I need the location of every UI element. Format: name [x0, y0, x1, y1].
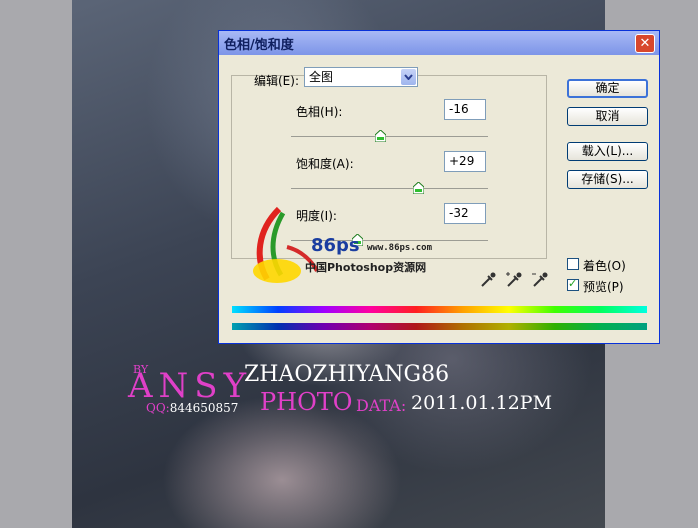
checkmark-icon: ✓ — [568, 277, 578, 290]
hue-label: 色相(H): — [296, 105, 343, 119]
eyedropper-minus-icon[interactable] — [531, 271, 549, 289]
ok-button[interactable]: 确定 — [567, 79, 648, 98]
watermark-qq-label: QQ: — [146, 401, 170, 415]
eyedropper-icon[interactable] — [479, 271, 497, 289]
output-color-spectrum — [232, 323, 647, 330]
watermark-date: 2011.01.12PM — [411, 392, 553, 414]
logo-tagline: 中国Photoshop资源网 — [305, 261, 427, 274]
edit-label: 编辑(E): — [254, 74, 299, 88]
dialog-title: 色相/饱和度 — [224, 37, 294, 53]
watermark-data-label: DATA: — [356, 396, 407, 415]
close-icon: ✕ — [639, 36, 651, 51]
save-button[interactable]: 存储(S)... — [567, 170, 648, 189]
site-logo: 86ps www.86ps.com 中国Photoshop资源网 — [247, 206, 447, 301]
saturation-slider-track[interactable] — [291, 188, 488, 189]
logo-number: 86ps — [311, 235, 360, 256]
watermark-author: ANSY — [128, 366, 253, 406]
edit-select-value: 全图 — [309, 70, 334, 84]
edit-select[interactable]: 全图 — [304, 67, 418, 87]
logo-url: www.86ps.com — [367, 243, 433, 253]
colorize-checkbox[interactable] — [567, 258, 579, 270]
preview-label: 预览(P) — [583, 280, 624, 294]
cancel-button[interactable]: 取消 — [567, 107, 648, 126]
lightness-input[interactable]: -32 — [444, 203, 486, 224]
watermark-qq: QQ:844650857 — [146, 401, 238, 415]
hue-input[interactable]: -16 — [444, 99, 486, 120]
hue-slider-track[interactable] — [291, 136, 488, 137]
colorize-label: 着色(O) — [583, 259, 626, 273]
load-button[interactable]: 载入(L)... — [567, 142, 648, 161]
watermark-name: ZHAOZHIYANG86 — [244, 362, 450, 387]
saturation-slider-thumb[interactable] — [412, 182, 424, 194]
input-color-spectrum — [232, 306, 647, 313]
dialog-title-bar[interactable]: 色相/饱和度 — [219, 31, 659, 55]
preview-checkbox[interactable]: ✓ — [567, 277, 579, 291]
hue-slider-thumb[interactable] — [375, 130, 387, 142]
saturation-label: 饱和度(A): — [296, 157, 354, 171]
close-button[interactable]: ✕ — [635, 34, 655, 53]
watermark-qq-number: 844650857 — [169, 401, 239, 415]
watermark-photo: PHOTO — [260, 388, 353, 416]
eyedropper-plus-icon[interactable] — [505, 271, 523, 289]
chevron-down-icon[interactable] — [401, 69, 416, 85]
saturation-input[interactable]: +29 — [444, 151, 486, 172]
hue-saturation-dialog: 色相/饱和度 ✕ 编辑(E): 全图 色相(H): -16 饱和度(A): +2… — [218, 30, 660, 344]
